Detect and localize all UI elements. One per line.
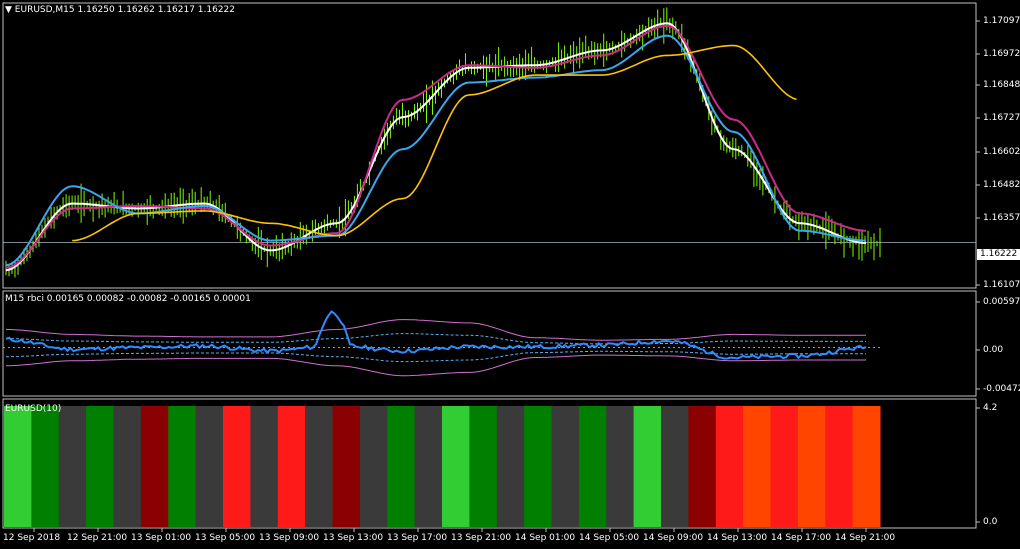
heatmap-segment (168, 406, 197, 527)
heatmap-segment (442, 406, 470, 527)
heatmap-segment (223, 406, 251, 527)
time-label: 14 Sep 01:00 (515, 533, 576, 543)
time-label: 13 Sep 05:00 (195, 533, 256, 543)
time-label: 13 Sep 13:00 (323, 533, 384, 543)
heatmap-segment (825, 406, 854, 527)
price-tick: 1.16602 (983, 147, 1020, 157)
rbci-tick: 0.00597 (983, 297, 1020, 307)
rbci-upper-inner-band (6, 333, 866, 345)
heatmap-segment (277, 406, 306, 527)
time-label: 13 Sep 01:00 (131, 533, 192, 543)
heatmap-segment (332, 406, 361, 527)
time-label: 14 Sep 17:00 (771, 533, 832, 543)
price-tick: 1.17097 (983, 16, 1020, 26)
heatmap-segment (387, 406, 416, 527)
heatmap-segment (250, 406, 279, 527)
heatmap-segment (414, 406, 443, 527)
rbci-tick: -0.00472 (983, 384, 1020, 394)
ohlc-close: 1.16222 (197, 5, 236, 15)
heatmap-segment (86, 406, 114, 527)
dropdown-arrow-icon[interactable]: ▼ (5, 5, 12, 15)
heatmap-segment (4, 406, 32, 527)
chart-window: ▼ EURUSD,M15 1.16250 1.16262 1.16217 1.1… (0, 0, 1020, 549)
price-tick: 1.16357 (983, 213, 1020, 223)
current-price-label: 1.16222 (977, 249, 1020, 260)
ohlc-low: 1.16217 (157, 5, 195, 15)
heatmap-segment (633, 406, 662, 527)
time-label: 13 Sep 21:00 (451, 533, 512, 543)
heatmap-segment (113, 406, 142, 527)
rbci-tick: 0.00 (983, 345, 1004, 355)
price-tick: 1.16107 (983, 280, 1020, 290)
heatmap-segment (524, 406, 552, 527)
main-pane-border (2, 2, 977, 289)
heatmap-segment (31, 406, 60, 527)
heatmap-segment (770, 406, 799, 527)
heatmap-segment (852, 406, 881, 527)
heatmap-segment (688, 406, 717, 527)
rbci-line (5, 310, 867, 360)
heatmap-segment (715, 406, 744, 527)
price-tick: 1.16848 (983, 80, 1020, 90)
rbci-upper-band (6, 319, 866, 341)
heatmap-segment (578, 406, 607, 527)
price-tick: 1.16482 (983, 180, 1020, 190)
time-label: 12 Sep 2018 (3, 533, 61, 543)
heatmap-segment (496, 406, 525, 527)
price-tick: 1.16727 (983, 113, 1020, 123)
price-tick: 1.16972 (983, 49, 1020, 59)
time-label: 13 Sep 17:00 (387, 533, 448, 543)
heatmap-segment (661, 406, 689, 527)
chart-canvas[interactable] (0, 0, 1020, 549)
time-label: 14 Sep 09:00 (643, 533, 704, 543)
time-label: 12 Sep 21:00 (67, 533, 128, 543)
heatmap-segment (140, 406, 169, 527)
rbci-title: M15 rbci 0.00165 0.00082 -0.00082 -0.001… (5, 294, 251, 304)
time-label: 13 Sep 09:00 (259, 533, 320, 543)
ohlc-high: 1.16262 (117, 5, 155, 15)
heatmap-tick: 0.0 (983, 517, 998, 527)
heatmap-tick: 4.2 (983, 403, 998, 413)
heatmap-segment (606, 406, 635, 527)
heatmap-segment (551, 406, 580, 527)
heatmap-segment (305, 406, 333, 527)
slow-ma-line (72, 44, 797, 242)
heatmap-segment (359, 406, 388, 527)
heatmap-segment (469, 406, 498, 527)
heatmap-segment (743, 406, 771, 527)
heatmap-segment (195, 406, 224, 527)
heatmap-segment (58, 406, 87, 527)
rbci-lower-inner-band (6, 350, 866, 363)
time-label: 14 Sep 05:00 (579, 533, 640, 543)
heatmap-segment (797, 406, 826, 527)
symbol-label: EURUSD,M15 (14, 5, 75, 15)
heatmap-title: EURUSD(10) (5, 404, 62, 414)
time-label: 14 Sep 13:00 (707, 533, 768, 543)
rbci-pane-border (2, 290, 977, 397)
time-label: 14 Sep 21:00 (835, 533, 896, 543)
main-title: ▼ EURUSD,M15 1.16250 1.16262 1.16217 1.1… (5, 5, 235, 15)
ohlc-open: 1.16250 (77, 5, 115, 15)
